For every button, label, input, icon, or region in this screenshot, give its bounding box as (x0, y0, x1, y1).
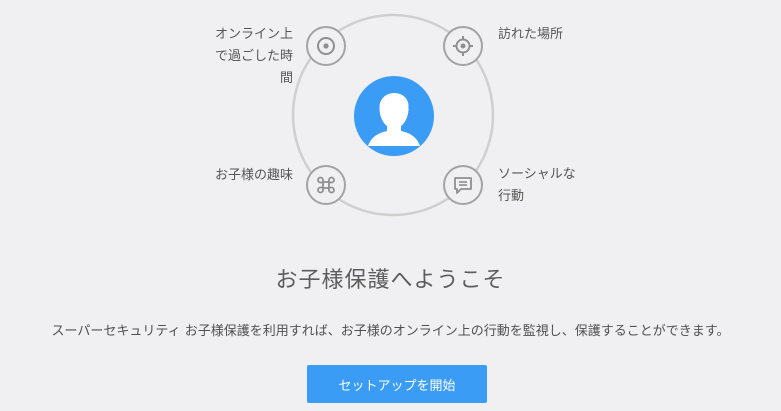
feature-label-line: 訪れた場所 (498, 27, 564, 42)
command-icon (306, 165, 346, 205)
chat-bubble-icon (443, 165, 483, 205)
feature-label-line: 間 (279, 71, 293, 86)
feature-label-line: 行動 (498, 189, 525, 204)
feature-diagram: オンライン上 で過ごした時 間 訪れた場所 お子様の趣味 ソーシャルな 行動 (0, 0, 781, 250)
child-protection-welcome-page: オンライン上 で過ごした時 間 訪れた場所 お子様の趣味 ソーシャルな 行動 お… (0, 0, 781, 411)
page-title: お子様保護へようこそ (275, 268, 506, 293)
start-setup-button[interactable]: セットアップを開始 (307, 365, 487, 403)
welcome-description: スーパーセキュリティ お子様保護を利用すれば、お子様のオンライン上の行動を監視し… (51, 324, 730, 339)
feature-label-line: お子様の趣味 (214, 168, 293, 183)
feature-label-hobbies: お子様の趣味 (215, 165, 293, 187)
target-circle-icon (306, 26, 346, 66)
feature-label-social-behavior: ソーシャルな 行動 (498, 164, 576, 208)
feature-label-places-visited: 訪れた場所 (498, 24, 563, 46)
feature-label-line: オンライン上 (214, 27, 293, 42)
feature-label-line: ソーシャルな (498, 167, 576, 182)
location-crosshair-icon (443, 26, 483, 66)
child-avatar-icon (354, 76, 434, 156)
feature-label-line: で過ごした時 (214, 49, 293, 64)
feature-label-time-online: オンライン上 で過ごした時 間 (215, 24, 293, 90)
